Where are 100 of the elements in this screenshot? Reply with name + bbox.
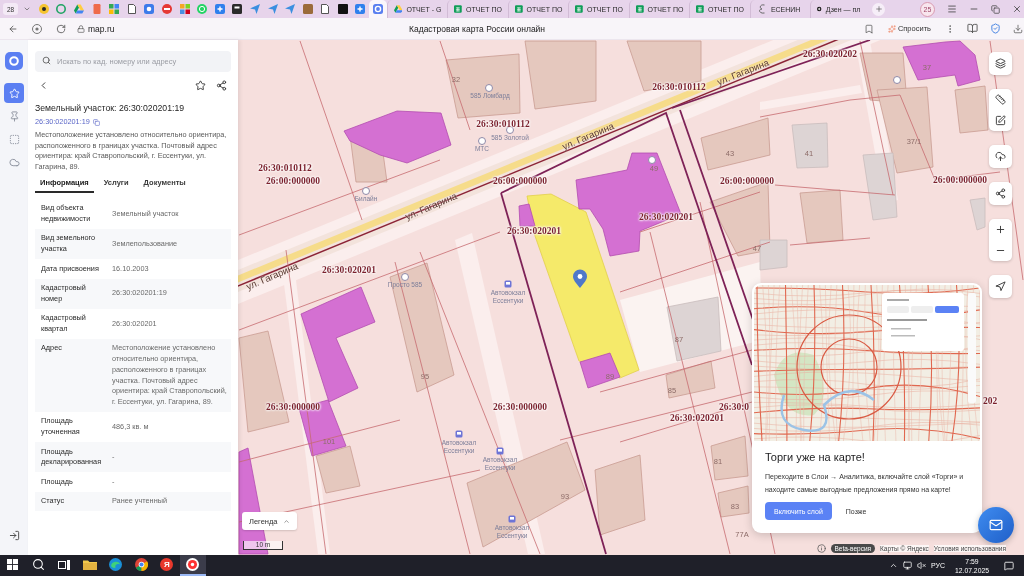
rail-button[interactable] bbox=[4, 83, 24, 103]
back-icon[interactable] bbox=[8, 23, 18, 34]
poi-icon[interactable] bbox=[485, 84, 493, 92]
edit-icon bbox=[995, 115, 1006, 126]
square-icon bbox=[302, 4, 313, 14]
url-text[interactable]: map.ru bbox=[88, 23, 115, 34]
info-icon[interactable] bbox=[816, 544, 826, 553]
spreadsheet-icon bbox=[696, 4, 705, 14]
search-icon bbox=[42, 56, 51, 65]
plus-icon bbox=[995, 224, 1006, 235]
promo-title: Торги уже на карте! bbox=[765, 450, 866, 464]
cadastral-number: 26:00:000000 bbox=[720, 176, 774, 186]
sparkle-icon bbox=[887, 24, 896, 33]
reload-icon[interactable] bbox=[56, 23, 66, 34]
mail-icon bbox=[989, 518, 1003, 532]
task-view-icon bbox=[58, 559, 71, 570]
network-icon[interactable] bbox=[902, 561, 912, 570]
share-icon bbox=[216, 79, 227, 91]
bus-stop-icon[interactable] bbox=[504, 280, 512, 288]
notification-icon[interactable] bbox=[1004, 560, 1014, 571]
copy-icon[interactable] bbox=[92, 118, 100, 126]
chevron-up-icon[interactable] bbox=[888, 561, 898, 570]
spreadsheet-icon bbox=[635, 4, 644, 14]
paper-plane-icon bbox=[249, 4, 260, 14]
reader-icon[interactable] bbox=[967, 23, 978, 34]
poi-icon[interactable] bbox=[478, 137, 486, 145]
upload-button[interactable] bbox=[989, 145, 1012, 168]
layers-button[interactable] bbox=[989, 52, 1012, 75]
grid-icon bbox=[179, 4, 190, 14]
tricolor-circle-icon bbox=[134, 558, 148, 571]
cadastral-number: 26:30:010112 bbox=[476, 119, 530, 129]
letter-circle-icon: Я bbox=[160, 558, 174, 571]
map-view[interactable] bbox=[238, 40, 1024, 555]
building bbox=[791, 122, 829, 169]
ring-icon bbox=[56, 4, 67, 14]
menu-icon[interactable] bbox=[947, 4, 957, 14]
cadastral-number: 26:30:000000 bbox=[493, 402, 547, 412]
poi-icon[interactable] bbox=[648, 156, 656, 164]
cadastral-number: 26:30:020201 bbox=[322, 265, 376, 275]
chevron-up-icon bbox=[282, 517, 290, 525]
star-icon bbox=[195, 79, 206, 91]
bus-stop-icon[interactable] bbox=[508, 515, 516, 523]
building bbox=[969, 197, 986, 231]
ruler-icon bbox=[995, 94, 1006, 105]
bus-stop-icon[interactable] bbox=[496, 447, 504, 455]
login-icon[interactable] bbox=[8, 530, 20, 541]
app-logo-icon[interactable] bbox=[5, 52, 23, 70]
marked-building[interactable] bbox=[518, 203, 536, 227]
shield-check-icon[interactable] bbox=[990, 23, 1001, 34]
lock-icon[interactable] bbox=[77, 24, 85, 33]
building bbox=[717, 485, 750, 518]
building bbox=[799, 189, 844, 244]
plus-square-icon bbox=[355, 4, 366, 14]
building bbox=[700, 117, 771, 171]
paper-plane-icon bbox=[267, 4, 278, 14]
document-icon bbox=[126, 4, 137, 14]
curl-icon bbox=[756, 4, 767, 14]
poi-icon[interactable] bbox=[506, 126, 514, 134]
cloud-icon bbox=[8, 156, 20, 168]
taskbar-app[interactable] bbox=[179, 555, 206, 576]
building bbox=[710, 435, 749, 481]
folder-icon bbox=[82, 559, 97, 570]
marked-building[interactable] bbox=[343, 110, 452, 164]
layers-icon bbox=[995, 58, 1006, 69]
round-logo-icon bbox=[186, 558, 200, 571]
circle-icon[interactable] bbox=[32, 23, 42, 34]
download-icon[interactable] bbox=[1013, 23, 1023, 34]
bookmark-icon[interactable] bbox=[863, 23, 874, 34]
favorite-button[interactable] bbox=[195, 79, 206, 91]
dashed-square-icon bbox=[8, 133, 20, 145]
restore-icon[interactable] bbox=[991, 4, 1000, 14]
paper-plane-icon bbox=[285, 4, 296, 14]
poi-icon[interactable] bbox=[362, 187, 370, 195]
share-button[interactable] bbox=[989, 182, 1012, 205]
poi-icon[interactable] bbox=[401, 273, 409, 281]
poi-icon[interactable] bbox=[893, 76, 901, 84]
search-icon bbox=[32, 558, 46, 571]
close-icon[interactable] bbox=[1012, 4, 1022, 14]
squares-icon bbox=[109, 4, 120, 14]
bus-stop-icon[interactable] bbox=[455, 430, 463, 438]
locate-button[interactable] bbox=[989, 275, 1012, 298]
muted-speaker-icon[interactable] bbox=[916, 561, 926, 570]
share-button[interactable] bbox=[216, 79, 227, 91]
plus-square-icon bbox=[214, 4, 225, 14]
marked-building[interactable] bbox=[902, 40, 981, 87]
cadastral-number: 26:00:000000 bbox=[266, 176, 320, 186]
square-icon bbox=[232, 4, 243, 14]
taskbar-app[interactable]: Я bbox=[154, 555, 180, 576]
location-pin-icon[interactable] bbox=[573, 269, 587, 288]
spreadsheet-icon bbox=[514, 4, 523, 14]
pin-icon bbox=[8, 110, 20, 122]
marked-building[interactable] bbox=[579, 352, 621, 389]
circle-icon bbox=[161, 4, 172, 14]
chat-button[interactable] bbox=[978, 507, 1014, 543]
cadastral-number: 26:00:000000 bbox=[933, 175, 987, 185]
chevron-down-icon[interactable] bbox=[22, 5, 31, 13]
cloud-upload-icon bbox=[995, 151, 1006, 162]
square-icon bbox=[337, 4, 348, 14]
cadastral-number: 26:30:020201 bbox=[670, 413, 724, 423]
star-icon bbox=[8, 87, 20, 99]
